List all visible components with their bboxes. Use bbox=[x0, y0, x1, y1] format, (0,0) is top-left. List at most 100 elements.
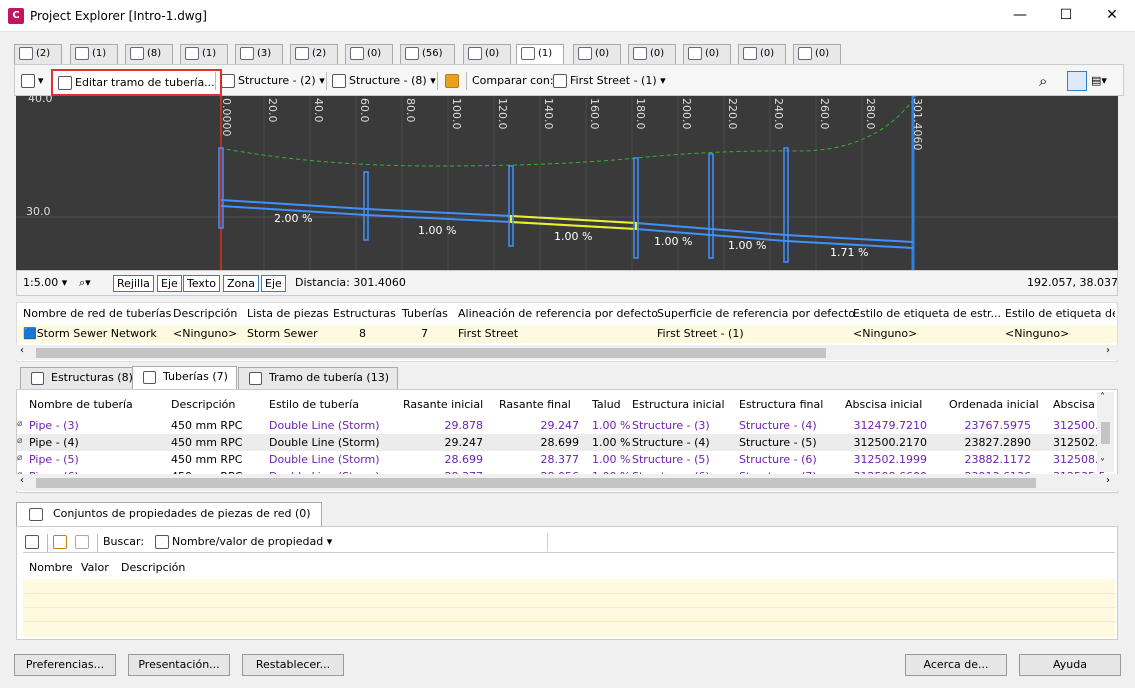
tab-property-sets[interactable]: Conjuntos de propiedades de piezas de re… bbox=[16, 502, 322, 526]
compare-dropdown[interactable]: First Street - (1) ▾ bbox=[553, 71, 666, 91]
axis-toggle[interactable]: Eje bbox=[157, 275, 182, 292]
table-cell: Double Line (Storm) bbox=[269, 453, 380, 466]
column-header[interactable]: Ordenada inicial bbox=[949, 398, 1039, 411]
profile-view[interactable]: 40.0 30.0 0.0000 20.0 40.0 60.0 80.0 100.0 120… bbox=[16, 96, 1118, 270]
scroll-thumb[interactable] bbox=[1101, 422, 1110, 444]
table-cell: 28.377 bbox=[540, 453, 580, 466]
maximize-button[interactable]: ☐ bbox=[1043, 0, 1089, 32]
station-label: 120.0 bbox=[496, 98, 509, 130]
edit-property-icon[interactable] bbox=[25, 532, 42, 552]
column-header[interactable]: Nombre de tubería bbox=[29, 398, 133, 411]
table-cell: Structure - (5) bbox=[632, 453, 710, 466]
table-row[interactable]: ⌀ Pipe - (4) 450 mm RPC Double Line (Storm… bbox=[17, 434, 1106, 451]
tab-intersections[interactable]: (0) bbox=[683, 44, 731, 64]
axis2-toggle[interactable]: Eje bbox=[261, 275, 286, 292]
separator bbox=[97, 534, 98, 552]
column-header[interactable]: Tuberías bbox=[402, 307, 448, 320]
tab-bridges[interactable]: (1) bbox=[70, 44, 118, 64]
end-structure-dropdown[interactable]: Structure - (8) ▾ bbox=[332, 71, 436, 91]
column-header[interactable]: Rasante inicial bbox=[403, 398, 483, 411]
start-structure-dropdown[interactable]: Structure - (2) ▾ bbox=[221, 71, 325, 91]
remove-property-icon[interactable] bbox=[75, 532, 92, 552]
tab-data-shortcuts[interactable]: (0) bbox=[738, 44, 786, 64]
scroll-left-icon[interactable]: ‹ bbox=[20, 475, 24, 486]
table-cell: 29.878 bbox=[444, 419, 484, 432]
scroll-left-icon[interactable]: ‹ bbox=[20, 345, 24, 356]
add-property-icon[interactable] bbox=[53, 532, 70, 552]
tab-buildings[interactable]: (8) bbox=[125, 44, 173, 64]
tab-pipe-networks[interactable]: (1) bbox=[516, 44, 564, 64]
zone-toggle[interactable]: Zona bbox=[223, 275, 259, 292]
column-header[interactable]: Estructuras bbox=[333, 307, 396, 320]
horizontal-scrollbar[interactable]: ‹ › bbox=[16, 345, 1118, 360]
column-header[interactable]: Abscisa inicial bbox=[845, 398, 922, 411]
column-header[interactable]: Descripción bbox=[171, 398, 235, 411]
table-cell: 23767.5975 bbox=[964, 419, 1031, 432]
tab-pipes[interactable]: Tuberías (7) bbox=[132, 366, 237, 390]
tab-featurelines[interactable]: (3) bbox=[235, 44, 283, 64]
column-header[interactable]: Nombre bbox=[29, 561, 73, 574]
search-type-dropdown[interactable]: Nombre/valor de propiedad ▾ bbox=[155, 532, 332, 552]
table-row[interactable]: ⌀ Pipe - (5) 450 mm RPC Double Line (Storm… bbox=[17, 451, 1106, 468]
search-input[interactable] bbox=[547, 533, 1115, 551]
tab-alignments[interactable]: (2) bbox=[14, 44, 62, 64]
tab-sample-lines[interactable]: (0) bbox=[628, 44, 676, 64]
column-header[interactable]: Rasante final bbox=[499, 398, 571, 411]
help-button[interactable]: Ayuda bbox=[1019, 654, 1121, 676]
scroll-right-icon[interactable]: › bbox=[1106, 345, 1110, 356]
tab-pipe-run[interactable]: Tramo de tubería (13) bbox=[238, 367, 398, 389]
column-header[interactable]: Talud bbox=[592, 398, 621, 411]
column-header[interactable]: Estilo de etiqueta de t bbox=[1005, 307, 1115, 320]
column-header[interactable]: Lista de piezas bbox=[247, 307, 329, 320]
table-row[interactable]: 🟦Storm Sewer Network <Ninguno> Storm Sew… bbox=[17, 325, 1117, 343]
horizontal-scrollbar[interactable]: ‹ › bbox=[16, 474, 1118, 491]
vertical-scrollbar[interactable]: ˄ ˅ bbox=[1097, 392, 1114, 472]
table-cell: Storm Sewer bbox=[247, 327, 318, 340]
minimize-button[interactable]: — bbox=[997, 0, 1043, 32]
edit-pipe-run-button[interactable]: Editar tramo de tubería... bbox=[51, 69, 222, 96]
lock-button[interactable] bbox=[445, 71, 462, 91]
tab-structures[interactable]: Estructuras (8) bbox=[20, 367, 142, 389]
scroll-down-icon[interactable]: ˅ bbox=[1100, 458, 1105, 469]
reset-button[interactable]: Restablecer... bbox=[242, 654, 344, 676]
tab-corridors[interactable]: (1) bbox=[180, 44, 228, 64]
preferences-button[interactable]: Preferencias... bbox=[14, 654, 116, 676]
column-header[interactable]: Estructura final bbox=[739, 398, 823, 411]
tab-parcels[interactable]: (2) bbox=[290, 44, 338, 64]
table-cell: <Ninguno> bbox=[1005, 327, 1070, 340]
network-menu-button[interactable]: ▾ bbox=[21, 71, 44, 91]
column-header[interactable]: Descripción bbox=[173, 307, 237, 320]
tab-pressure-networks[interactable]: (0) bbox=[573, 44, 621, 64]
property-grid[interactable] bbox=[23, 579, 1115, 637]
presentation-button[interactable]: Presentación... bbox=[128, 654, 230, 676]
scroll-up-icon[interactable]: ˄ bbox=[1100, 392, 1105, 403]
tab-quantities[interactable]: (0) bbox=[793, 44, 841, 64]
about-button[interactable]: Acerca de... bbox=[905, 654, 1007, 676]
column-header[interactable]: Superficie de referencia por defecto bbox=[657, 307, 855, 320]
column-header[interactable]: Estilo de etiqueta de estr... bbox=[853, 307, 1001, 320]
scroll-thumb[interactable] bbox=[36, 348, 826, 358]
column-header[interactable]: Estilo de tubería bbox=[269, 398, 359, 411]
zoom-dropdown[interactable]: ⌕▾ bbox=[79, 273, 91, 293]
scroll-thumb[interactable] bbox=[36, 478, 1036, 488]
column-header[interactable]: Descripción bbox=[121, 561, 185, 574]
close-button[interactable]: ✕ bbox=[1089, 0, 1135, 32]
text-toggle[interactable]: Texto bbox=[183, 275, 220, 292]
column-header[interactable]: Alineación de referencia por defecto bbox=[458, 307, 658, 320]
data-shortcut-icon bbox=[743, 46, 757, 60]
column-header[interactable]: Abscisa bbox=[1053, 398, 1095, 411]
table-row[interactable]: ⌀ Pipe - (3) 450 mm RPC Double Line (Storm… bbox=[17, 417, 1106, 434]
tab-points[interactable]: (56) bbox=[400, 44, 455, 64]
search-icon[interactable]: ⌕ bbox=[1039, 71, 1047, 91]
list-view-icon[interactable] bbox=[1067, 71, 1087, 91]
column-header[interactable]: Nombre de red de tuberías bbox=[23, 307, 171, 320]
column-header[interactable]: Valor bbox=[81, 561, 109, 574]
bridge-icon bbox=[75, 46, 89, 60]
tab-surfaces[interactable]: (0) bbox=[463, 44, 511, 64]
scroll-right-icon[interactable]: › bbox=[1106, 475, 1110, 486]
grid-toggle[interactable]: Rejilla bbox=[113, 275, 154, 292]
grid-view-icon[interactable]: ▤▾ bbox=[1091, 71, 1107, 91]
scale-dropdown[interactable]: 1:5.00 ▾ bbox=[23, 273, 67, 293]
tab-pipelines[interactable]: (0) bbox=[345, 44, 393, 64]
column-header[interactable]: Estructura inicial bbox=[632, 398, 725, 411]
